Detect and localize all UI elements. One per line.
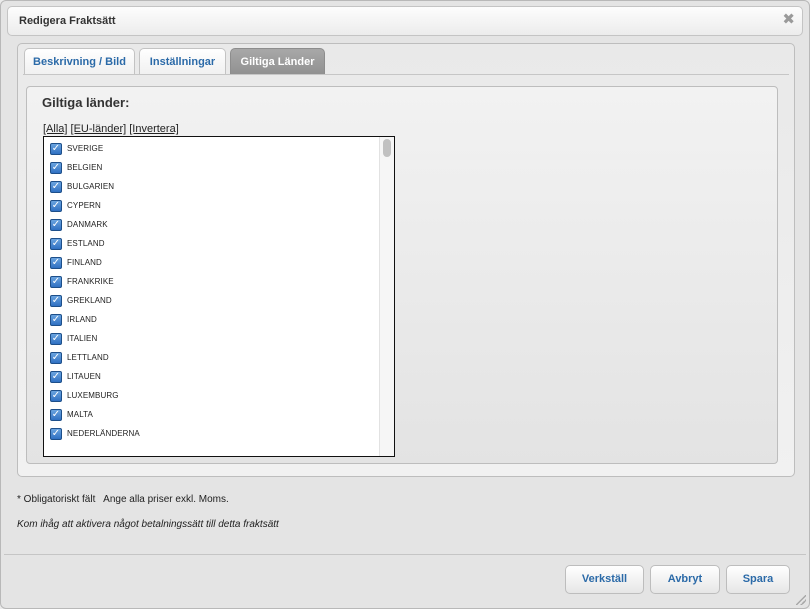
country-row[interactable]: ✓ LUXEMBURG: [50, 386, 119, 405]
country-label: NEDERLÄNDERNA: [67, 429, 140, 438]
select-eu-link[interactable]: [EU-länder]: [71, 123, 127, 135]
cancel-button[interactable]: Avbryt: [650, 565, 720, 594]
country-checkbox[interactable]: ✓: [50, 389, 62, 402]
country-checkbox[interactable]: ✓: [50, 199, 62, 212]
country-label: ITALIEN: [67, 334, 98, 343]
resize-grip-icon[interactable]: [796, 595, 806, 605]
dialog-titlebar[interactable]: Redigera Fraktsätt ✖: [7, 6, 803, 36]
country-list[interactable]: ✓ SVERIGE ✓ BELGIEN ✓ BULGARIEN ✓ CYPERN ✓ DANMAR…: [43, 136, 395, 457]
country-label: FRANKRIKE: [67, 277, 114, 286]
country-label: LUXEMBURG: [67, 391, 119, 400]
section-heading: Giltiga länder:: [42, 95, 130, 110]
country-checkbox[interactable]: ✓: [50, 351, 62, 364]
country-checkbox[interactable]: ✓: [50, 161, 62, 174]
country-row[interactable]: ✓ ITALIEN: [50, 329, 97, 348]
country-checkbox[interactable]: ✓: [50, 370, 62, 383]
country-checkbox[interactable]: ✓: [50, 256, 62, 269]
country-label: LETTLAND: [67, 353, 109, 362]
country-label: SVERIGE: [67, 144, 104, 153]
tab-valid-countries[interactable]: Giltiga Länder: [230, 48, 325, 75]
country-label: FINLAND: [67, 258, 102, 267]
country-label: MALTA: [67, 410, 93, 419]
country-label: ESTLAND: [67, 239, 105, 248]
country-label: GREKLAND: [67, 296, 112, 305]
country-row[interactable]: ✓ FRANKRIKE: [50, 272, 114, 291]
country-checkbox[interactable]: ✓: [50, 275, 62, 288]
tab-description-image[interactable]: Beskrivning / Bild: [24, 48, 135, 75]
country-label: DANMARK: [67, 220, 108, 229]
country-row[interactable]: ✓ FINLAND: [50, 253, 102, 272]
country-row[interactable]: ✓ MALTA: [50, 405, 93, 424]
country-checkbox[interactable]: ✓: [50, 142, 62, 155]
country-checkbox[interactable]: ✓: [50, 218, 62, 231]
country-row[interactable]: ✓ DANMARK: [50, 215, 108, 234]
country-row[interactable]: ✓ BULGARIEN: [50, 177, 114, 196]
save-button[interactable]: Spara: [726, 565, 790, 594]
close-icon[interactable]: ✖: [782, 12, 795, 28]
country-row[interactable]: ✓ ESTLAND: [50, 234, 105, 253]
list-scrollbar[interactable]: [379, 137, 394, 456]
country-checkbox[interactable]: ✓: [50, 332, 62, 345]
required-fields-note: * Obligatoriskt fält Ange alla priser ex…: [17, 494, 229, 505]
country-checkbox[interactable]: ✓: [50, 427, 62, 440]
country-label: IRLAND: [67, 315, 97, 324]
country-row[interactable]: ✓ IRLAND: [50, 310, 97, 329]
invert-selection-link[interactable]: [Invertera]: [129, 123, 179, 135]
tab-settings[interactable]: Inställningar: [139, 48, 226, 75]
country-row[interactable]: ✓ NEDERLÄNDERNA: [50, 424, 140, 443]
country-row[interactable]: ✓ LETTLAND: [50, 348, 109, 367]
valid-countries-section: Giltiga länder: [Alla] [EU-länder] [Inve…: [26, 86, 778, 464]
country-row[interactable]: ✓ BELGIEN: [50, 158, 102, 177]
edit-shipping-dialog: Redigera Fraktsätt ✖ Beskrivning / Bild …: [0, 0, 810, 609]
country-row[interactable]: ✓ LITAUEN: [50, 367, 101, 386]
quick-select-links: [Alla] [EU-länder] [Invertera]: [43, 123, 179, 135]
scrollbar-thumb[interactable]: [383, 139, 391, 157]
country-checkbox[interactable]: ✓: [50, 237, 62, 250]
country-checkbox[interactable]: ✓: [50, 294, 62, 307]
country-label: LITAUEN: [67, 372, 101, 381]
tabs-panel: Beskrivning / Bild Inställningar Giltiga…: [17, 43, 795, 477]
country-checkbox[interactable]: ✓: [50, 180, 62, 193]
country-label: CYPERN: [67, 201, 101, 210]
country-checkbox[interactable]: ✓: [50, 313, 62, 326]
tab-divider: [23, 74, 789, 75]
country-checkbox[interactable]: ✓: [50, 408, 62, 421]
country-label: BELGIEN: [67, 163, 103, 172]
country-row[interactable]: ✓ SVERIGE: [50, 139, 103, 158]
country-row[interactable]: ✓ CYPERN: [50, 196, 101, 215]
country-label: BULGARIEN: [67, 182, 115, 191]
select-all-link[interactable]: [Alla]: [43, 123, 67, 135]
footer-divider: [4, 554, 806, 555]
payment-reminder-note: Kom ihåg att aktivera något betalningssä…: [17, 519, 279, 530]
country-row[interactable]: ✓ GREKLAND: [50, 291, 112, 310]
apply-button[interactable]: Verkställ: [565, 565, 644, 594]
dialog-title: Redigera Fraktsätt: [19, 15, 116, 27]
